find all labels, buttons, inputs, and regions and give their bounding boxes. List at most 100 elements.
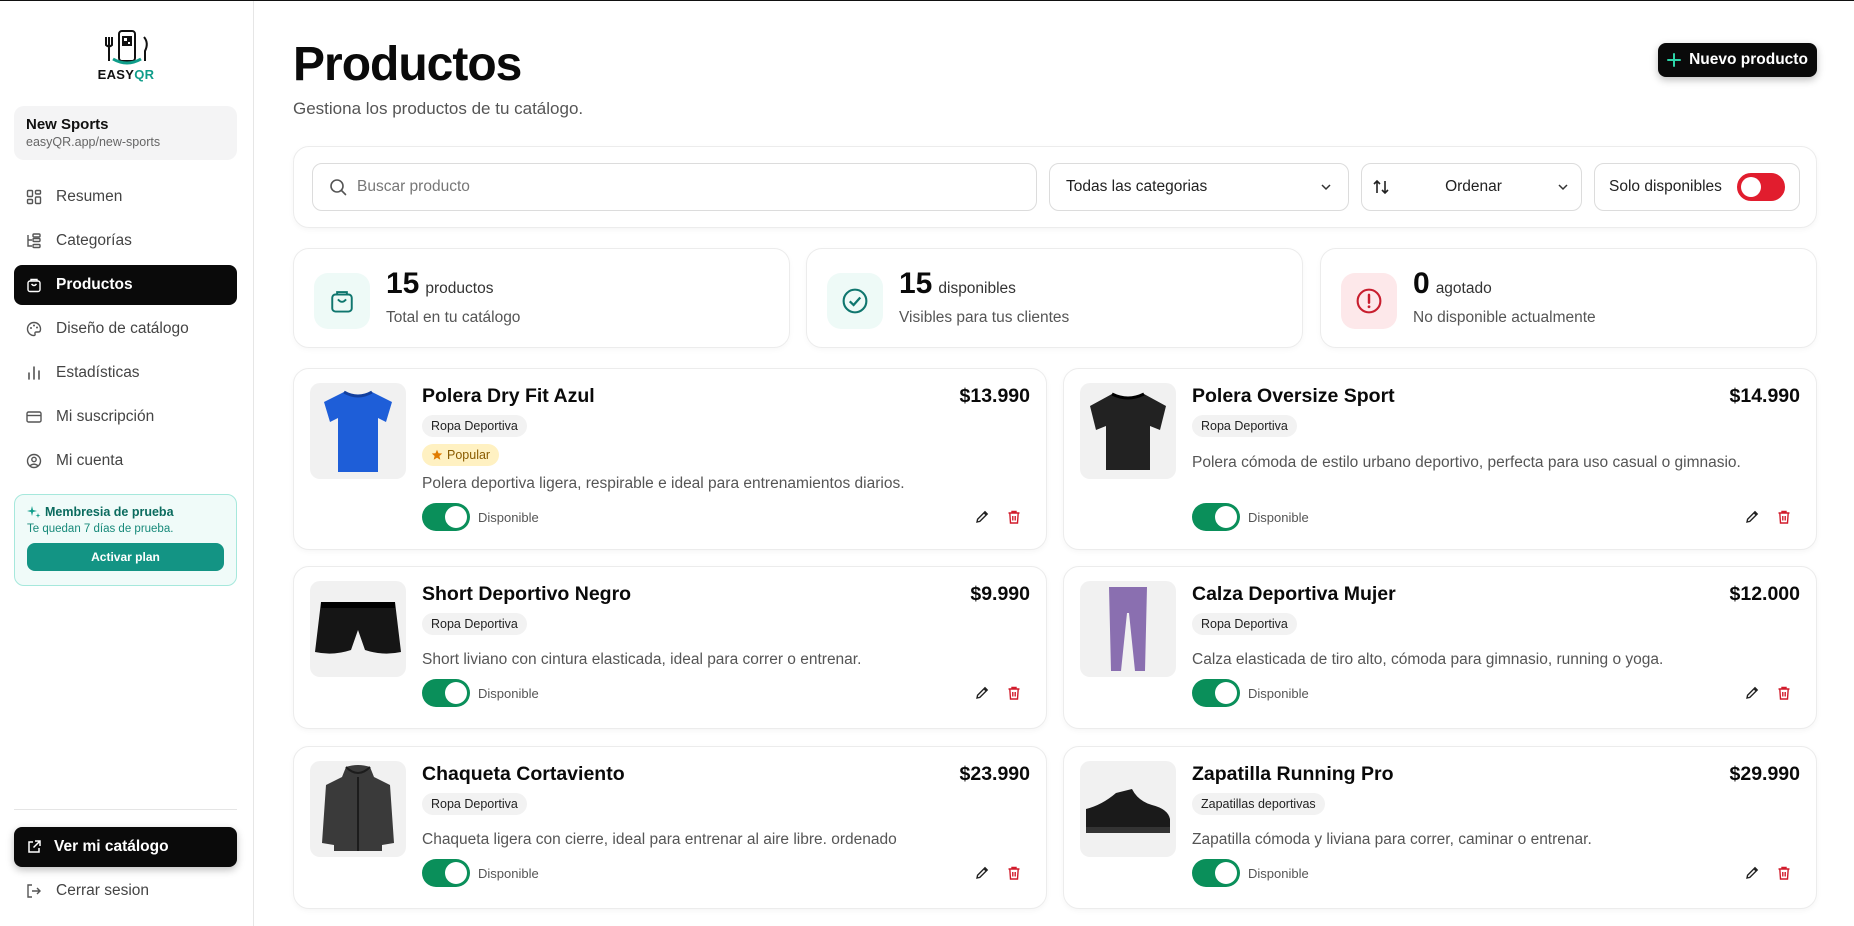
availability-toggle[interactable] <box>1192 679 1240 707</box>
stat-icon-wrap <box>1341 273 1397 329</box>
user-circle-icon <box>26 453 42 469</box>
availability-label: Disponible <box>1248 685 1309 701</box>
edit-pencil-icon[interactable] <box>1744 685 1760 701</box>
categories-icon <box>27 233 41 249</box>
logout-button[interactable]: Cerrar sesion <box>14 871 237 911</box>
stat-unit: disponibles <box>938 280 1016 297</box>
sidebar-item-diseno[interactable]: Diseño de catálogo <box>14 309 237 349</box>
product-description: Chaqueta ligera con cierre, ideal para e… <box>422 831 897 848</box>
edit-pencil-icon[interactable] <box>1744 509 1760 525</box>
availability-toggle[interactable] <box>1192 503 1240 531</box>
delete-trash-icon[interactable] <box>1006 685 1022 701</box>
view-catalog-label: Ver mi catálogo <box>54 838 169 855</box>
product-name: Short Deportivo Negro <box>422 583 632 605</box>
delete-trash-icon[interactable] <box>1006 865 1022 881</box>
sidebar-item-cuenta[interactable]: Mi cuenta <box>14 441 237 481</box>
availability: Disponible <box>422 859 539 887</box>
sidebar-item-resumen[interactable]: Resumen <box>14 177 237 217</box>
delete-trash-icon[interactable] <box>1776 509 1792 525</box>
product-name: Chaqueta Cortaviento <box>422 763 625 785</box>
product-description: Polera deportiva ligera, respirable e id… <box>422 475 905 492</box>
sidebar-item-estadisticas[interactable]: Estadísticas <box>14 353 237 393</box>
availability-toggle[interactable] <box>422 503 470 531</box>
availability-label: Disponible <box>1248 509 1309 525</box>
search-input[interactable]: Buscar producto <box>312 163 1037 211</box>
edit-pencil-icon[interactable] <box>1744 865 1760 881</box>
availability-toggle[interactable] <box>422 679 470 707</box>
product-description: Calza elasticada de tiro alto, cómoda pa… <box>1192 651 1664 668</box>
sidebar-item-suscripcion[interactable]: Mi suscripción <box>14 397 237 437</box>
stat-unit: agotado <box>1435 280 1492 297</box>
activate-plan-button[interactable]: Activar plan <box>27 543 224 571</box>
edit-pencil-icon[interactable] <box>974 865 990 881</box>
delete-trash-icon[interactable] <box>1776 685 1792 701</box>
sidebar-item-label: Resumen <box>56 188 123 205</box>
edit-pencil-icon[interactable] <box>974 509 990 525</box>
palette-icon <box>26 321 42 337</box>
stat-description: No disponible actualmente <box>1413 309 1596 326</box>
availability-toggle[interactable] <box>1192 859 1240 887</box>
sidebar-item-productos[interactable]: Productos <box>14 265 237 305</box>
category-select[interactable]: Todas las categorias <box>1049 163 1349 211</box>
stat-number: 15 <box>899 267 933 300</box>
new-product-button[interactable]: Nuevo producto <box>1658 43 1817 77</box>
product-card[interactable]: Polera Oversize Sport $14.990 Ropa Depor… <box>1063 368 1817 550</box>
product-image <box>310 761 406 857</box>
product-description: Zapatilla cómoda y liviana para correr, … <box>1192 831 1592 848</box>
filters-bar: Buscar producto Todas las categorias Ord… <box>293 146 1817 228</box>
card-actions <box>1744 509 1792 525</box>
product-image <box>1080 581 1176 677</box>
availability-label: Disponible <box>1248 865 1309 881</box>
sidebar-item-label: Mi cuenta <box>56 452 124 469</box>
only-available-filter[interactable]: Solo disponibles <box>1594 163 1800 211</box>
popular-badge: Popular <box>422 444 500 466</box>
search-icon <box>330 179 347 196</box>
availability-label: Disponible <box>478 685 539 701</box>
trial-membership-card: Membresia de prueba Te quedan 7 días de … <box>14 494 237 586</box>
product-card[interactable]: Short Deportivo Negro $9.990 Ropa Deport… <box>293 566 1047 729</box>
category-badge: Ropa Deportiva <box>422 613 527 635</box>
credit-card-icon <box>26 411 42 423</box>
chevron-down-icon <box>1558 184 1568 191</box>
category-badge: Ropa Deportiva <box>1192 613 1297 635</box>
product-card[interactable]: Calza Deportiva Mujer $12.000 Ropa Depor… <box>1063 566 1817 729</box>
product-image <box>1080 761 1176 857</box>
product-price: $13.990 <box>959 385 1031 407</box>
stat-description: Total en tu catálogo <box>386 309 521 326</box>
store-card[interactable]: New Sports easyQR.app/new-sports <box>14 106 237 160</box>
delete-trash-icon[interactable] <box>1006 509 1022 525</box>
stat-icon-wrap <box>827 273 883 329</box>
sort-select[interactable]: Ordenar <box>1361 163 1582 211</box>
view-catalog-button[interactable]: Ver mi catálogo <box>14 827 237 867</box>
sidebar-item-label: Diseño de catálogo <box>56 320 189 337</box>
delete-trash-icon[interactable] <box>1776 865 1792 881</box>
category-badge: Ropa Deportiva <box>1192 415 1297 437</box>
alert-circle-icon <box>1356 288 1382 314</box>
chevron-down-icon <box>1321 184 1331 191</box>
product-name: Calza Deportiva Mujer <box>1192 583 1396 605</box>
sidebar-item-label: Categorías <box>56 232 132 249</box>
availability: Disponible <box>422 679 539 707</box>
trial-title: Membresia de prueba <box>45 505 174 519</box>
product-description: Short liviano con cintura elasticada, id… <box>422 651 862 668</box>
availability: Disponible <box>1192 503 1309 531</box>
product-card[interactable]: Zapatilla Running Pro $29.990 Zapatillas… <box>1063 746 1817 909</box>
availability-toggle[interactable] <box>422 859 470 887</box>
external-link-icon <box>28 840 41 853</box>
stat-card-out-of-stock: 0 agotado No disponible actualmente <box>1320 248 1817 348</box>
logout-label: Cerrar sesion <box>56 882 150 899</box>
product-image <box>310 581 406 677</box>
category-badge: Ropa Deportiva <box>422 793 527 815</box>
stat-description: Visibles para tus clientes <box>899 309 1070 326</box>
shopping-bag-icon <box>27 278 41 293</box>
edit-pencil-icon[interactable] <box>974 685 990 701</box>
only-available-toggle[interactable] <box>1737 173 1785 201</box>
product-card[interactable]: Chaqueta Cortaviento $23.990 Ropa Deport… <box>293 746 1047 909</box>
category-badge: Zapatillas deportivas <box>1192 793 1325 815</box>
sidebar-item-categorias[interactable]: Categorías <box>14 221 237 261</box>
sort-select-value: Ordenar <box>1445 178 1502 195</box>
stat-unit: productos <box>425 280 494 297</box>
product-name: Polera Dry Fit Azul <box>422 385 595 407</box>
product-card[interactable]: Polera Dry Fit Azul $13.990 Ropa Deporti… <box>293 368 1047 550</box>
product-price: $23.990 <box>959 763 1031 785</box>
